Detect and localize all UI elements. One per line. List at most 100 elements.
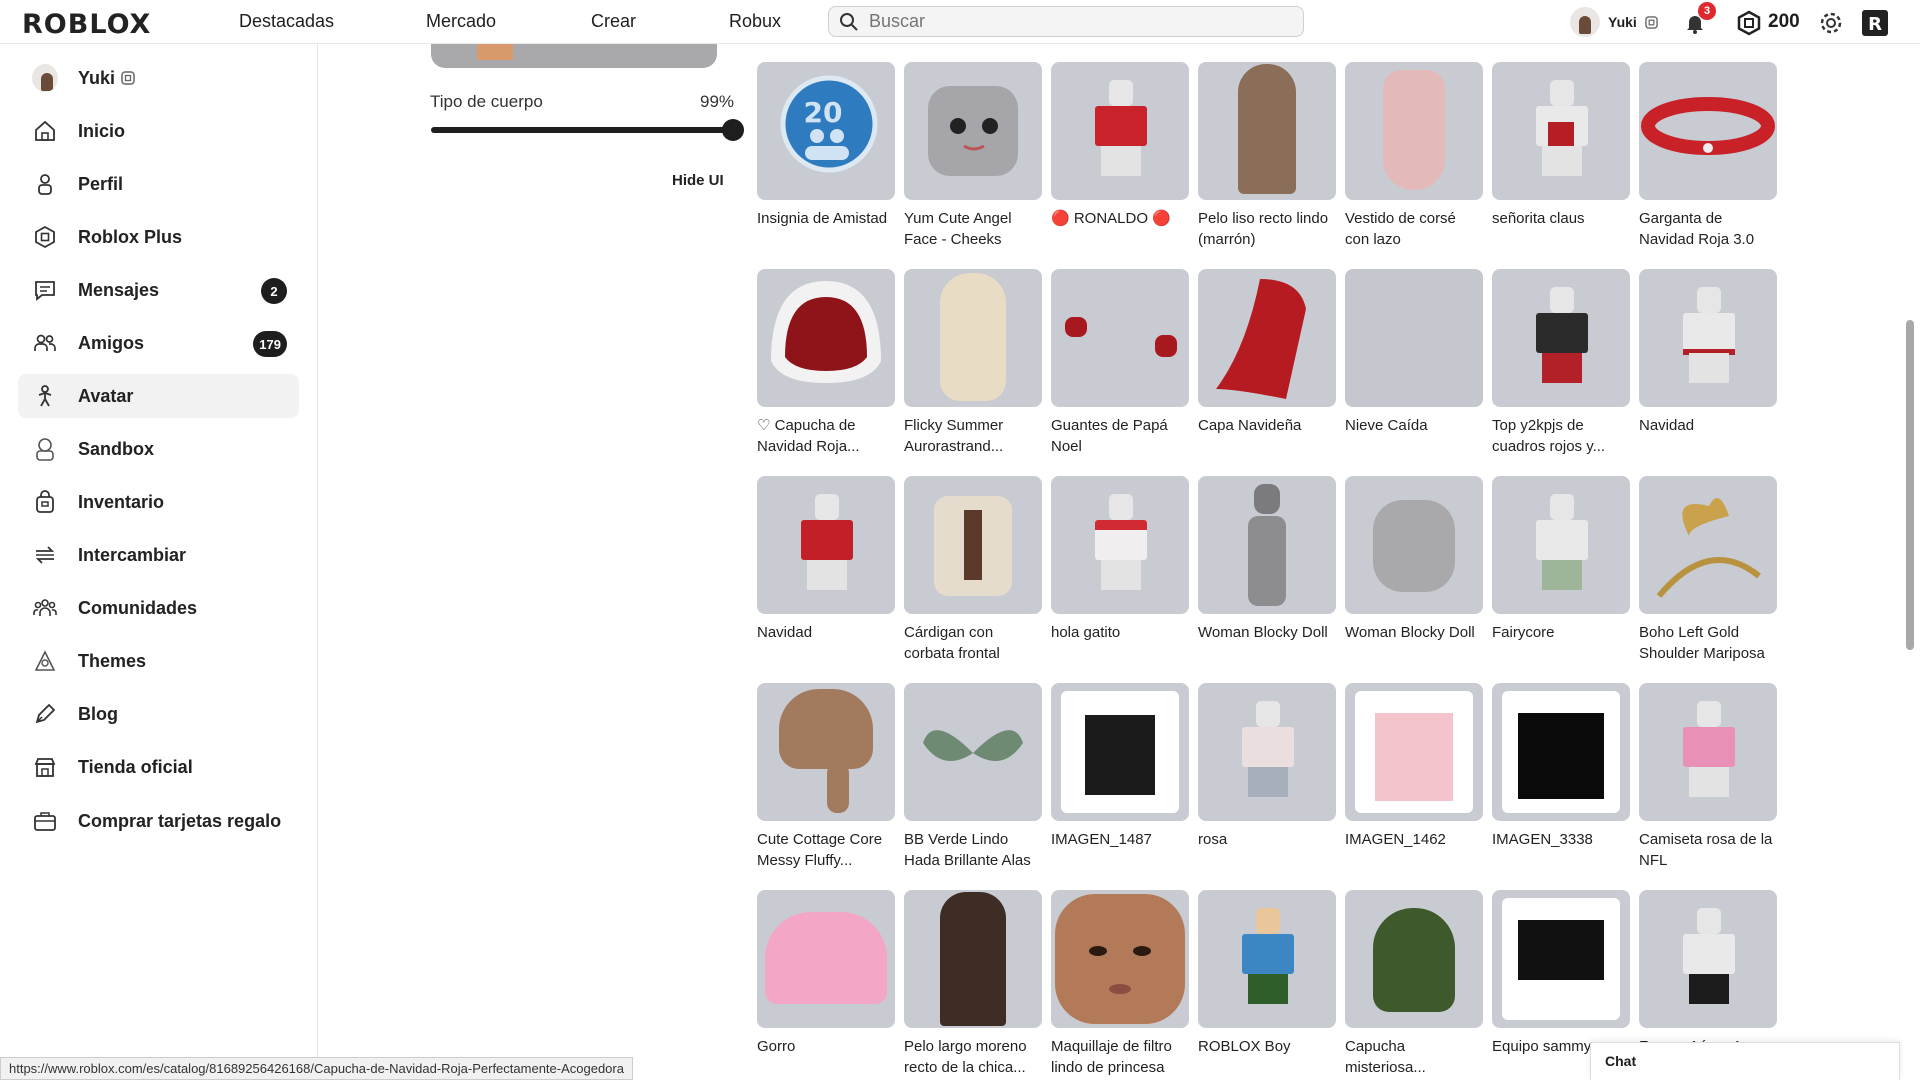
item-name[interactable]: Guantes de Papá Noel bbox=[1051, 415, 1189, 457]
item-card[interactable]: señorita claus bbox=[1492, 62, 1630, 229]
item-name[interactable]: ROBLOX Boy bbox=[1198, 1036, 1336, 1057]
item-name[interactable]: Cárdigan con corbata frontal bbox=[904, 622, 1042, 664]
item-thumbnail[interactable] bbox=[904, 62, 1042, 200]
item-name[interactable]: IMAGEN_1487 bbox=[1051, 829, 1189, 850]
item-name[interactable]: Top y2kpjs de cuadros rojos y... bbox=[1492, 415, 1630, 457]
item-name[interactable]: Fairycore bbox=[1492, 622, 1630, 643]
item-thumbnail[interactable] bbox=[1198, 890, 1336, 1028]
item-name[interactable]: Pelo liso recto lindo (marrón) bbox=[1198, 208, 1336, 250]
item-thumbnail[interactable] bbox=[757, 683, 895, 821]
sidebar-item-amigos[interactable]: Amigos 179 bbox=[18, 321, 299, 365]
item-thumbnail[interactable] bbox=[1198, 269, 1336, 407]
item-thumbnail[interactable] bbox=[1345, 890, 1483, 1028]
item-thumbnail[interactable] bbox=[1492, 476, 1630, 614]
item-thumbnail[interactable] bbox=[1051, 62, 1189, 200]
item-card[interactable]: Maquillaje de filtro lindo de princesa bbox=[1051, 890, 1189, 1078]
item-name[interactable]: señorita claus bbox=[1492, 208, 1630, 229]
item-card[interactable]: ♡ Capucha de Navidad Roja... bbox=[757, 269, 895, 457]
item-name[interactable]: IMAGEN_1462 bbox=[1345, 829, 1483, 850]
item-thumbnail[interactable] bbox=[1345, 269, 1483, 407]
sidebar-item-intercambiar[interactable]: Intercambiar bbox=[18, 533, 299, 577]
item-card[interactable]: Fuerza Aérea 1 bbox=[1639, 890, 1777, 1057]
nav-robux[interactable]: Robux bbox=[729, 11, 781, 32]
body-type-slider-handle[interactable] bbox=[722, 119, 744, 141]
item-card[interactable]: Camiseta rosa de la NFL bbox=[1639, 683, 1777, 871]
sidebar-item-perfil[interactable]: Perfil bbox=[18, 162, 299, 206]
item-name[interactable]: Cute Cottage Core Messy Fluffy... bbox=[757, 829, 895, 871]
user-chip[interactable]: Yuki bbox=[1570, 7, 1658, 37]
roblox-logo[interactable]: ROBLOX bbox=[22, 9, 151, 40]
item-name[interactable]: Vestido de corsé con lazo bbox=[1345, 208, 1483, 250]
item-card[interactable]: Capa Navideña bbox=[1198, 269, 1336, 436]
item-card[interactable]: Woman Blocky Doll bbox=[1198, 476, 1336, 643]
item-card[interactable]: IMAGEN_1462 bbox=[1345, 683, 1483, 850]
item-thumbnail[interactable] bbox=[1492, 269, 1630, 407]
item-thumbnail[interactable] bbox=[1051, 890, 1189, 1028]
sidebar-item-roblox-plus[interactable]: Roblox Plus bbox=[18, 215, 299, 259]
item-thumbnail[interactable] bbox=[1492, 62, 1630, 200]
item-card[interactable]: Cute Cottage Core Messy Fluffy... bbox=[757, 683, 895, 871]
item-thumbnail[interactable] bbox=[1639, 890, 1777, 1028]
item-card[interactable]: Flicky Summer Aurorastrand... bbox=[904, 269, 1042, 457]
item-card[interactable]: BB Verde Lindo Hada Brillante Alas bbox=[904, 683, 1042, 871]
item-name[interactable]: Camiseta rosa de la NFL bbox=[1639, 829, 1777, 871]
item-card[interactable]: Capucha misteriosa... bbox=[1345, 890, 1483, 1078]
item-thumbnail[interactable] bbox=[904, 269, 1042, 407]
item-name[interactable]: rosa bbox=[1198, 829, 1336, 850]
sidebar-item-blog[interactable]: Blog bbox=[18, 692, 299, 736]
item-name[interactable]: Capa Navideña bbox=[1198, 415, 1336, 436]
item-name[interactable]: hola gatito bbox=[1051, 622, 1189, 643]
item-card[interactable]: Navidad bbox=[1639, 269, 1777, 436]
item-card[interactable]: Navidad bbox=[757, 476, 895, 643]
item-name[interactable]: Yum Cute Angel Face - Cheeks bbox=[904, 208, 1042, 250]
item-thumbnail[interactable] bbox=[1345, 683, 1483, 821]
sidebar-item-tarjetas-regalo[interactable]: Comprar tarjetas regalo bbox=[18, 799, 299, 843]
item-thumbnail[interactable] bbox=[1198, 683, 1336, 821]
item-card[interactable]: rosa bbox=[1198, 683, 1336, 850]
page-scrollbar[interactable] bbox=[1906, 320, 1914, 650]
sidebar-item-avatar[interactable]: Avatar bbox=[18, 374, 299, 418]
item-thumbnail[interactable] bbox=[1198, 62, 1336, 200]
item-card[interactable]: Nieve Caída bbox=[1345, 269, 1483, 436]
item-card[interactable]: Fairycore bbox=[1492, 476, 1630, 643]
item-card[interactable]: 🔴 RONALDO 🔴 bbox=[1051, 62, 1189, 229]
item-thumbnail[interactable] bbox=[1051, 683, 1189, 821]
item-card[interactable]: Woman Blocky Doll bbox=[1345, 476, 1483, 643]
item-thumbnail[interactable] bbox=[904, 683, 1042, 821]
item-name[interactable]: Boho Left Gold Shoulder Mariposa bbox=[1639, 622, 1777, 664]
item-thumbnail[interactable] bbox=[757, 890, 895, 1028]
item-card[interactable]: Equipo sammy bbox=[1492, 890, 1630, 1057]
item-name[interactable]: Navidad bbox=[757, 622, 895, 643]
item-thumbnail[interactable] bbox=[1639, 269, 1777, 407]
nav-mercado[interactable]: Mercado bbox=[426, 11, 496, 32]
item-thumbnail[interactable] bbox=[904, 476, 1042, 614]
item-name[interactable]: Gorro bbox=[757, 1036, 895, 1057]
item-card[interactable]: Top y2kpjs de cuadros rojos y... bbox=[1492, 269, 1630, 457]
item-thumbnail[interactable] bbox=[1198, 476, 1336, 614]
item-thumbnail[interactable] bbox=[1345, 62, 1483, 200]
item-name[interactable]: Maquillaje de filtro lindo de princesa bbox=[1051, 1036, 1189, 1078]
item-name[interactable]: Navidad bbox=[1639, 415, 1777, 436]
item-card[interactable]: Boho Left Gold Shoulder Mariposa bbox=[1639, 476, 1777, 664]
item-thumbnail[interactable]: 20 bbox=[757, 62, 895, 200]
item-card[interactable]: Garganta de Navidad Roja 3.0 bbox=[1639, 62, 1777, 250]
item-name[interactable]: Woman Blocky Doll bbox=[1345, 622, 1483, 643]
item-card[interactable]: hola gatito bbox=[1051, 476, 1189, 643]
item-card[interactable]: Cárdigan con corbata frontal bbox=[904, 476, 1042, 664]
sidebar-item-comunidades[interactable]: Comunidades bbox=[18, 586, 299, 630]
robux-button[interactable] bbox=[1734, 8, 1764, 38]
item-name[interactable]: Flicky Summer Aurorastrand... bbox=[904, 415, 1042, 457]
item-thumbnail[interactable] bbox=[1345, 476, 1483, 614]
item-thumbnail[interactable] bbox=[1492, 890, 1630, 1028]
sidebar-item-inventario[interactable]: Inventario bbox=[18, 480, 299, 524]
item-card[interactable]: ROBLOX Boy bbox=[1198, 890, 1336, 1057]
item-name[interactable]: Nieve Caída bbox=[1345, 415, 1483, 436]
item-card[interactable]: Gorro bbox=[757, 890, 895, 1057]
avatar-preview[interactable] bbox=[431, 44, 717, 68]
nav-destacadas[interactable]: Destacadas bbox=[239, 11, 334, 32]
chat-widget[interactable]: Chat bbox=[1590, 1042, 1900, 1080]
settings-button[interactable] bbox=[1816, 8, 1846, 38]
item-name[interactable]: ♡ Capucha de Navidad Roja... bbox=[757, 415, 895, 457]
sidebar-item-inicio[interactable]: Inicio bbox=[18, 109, 299, 153]
robux-plus-button[interactable]: R bbox=[1860, 8, 1890, 38]
